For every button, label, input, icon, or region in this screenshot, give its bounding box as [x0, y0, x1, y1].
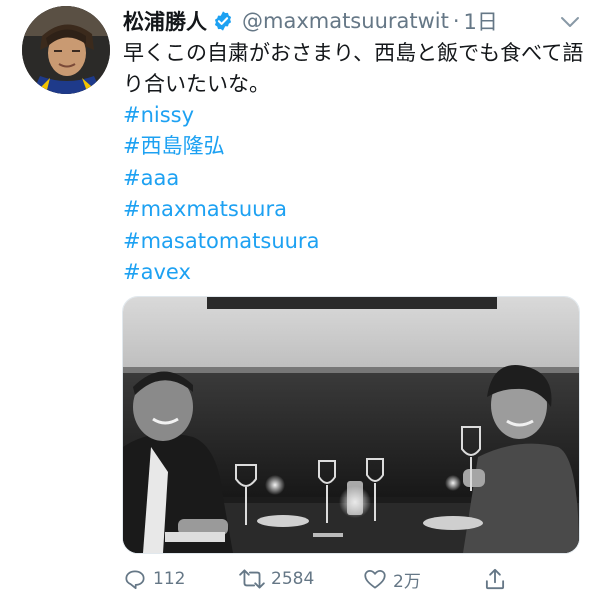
reply-count: 112: [153, 569, 186, 589]
time-separator: ·: [452, 9, 460, 33]
hashtag-link[interactable]: #西島隆弘: [123, 131, 319, 162]
retweet-count: 2584: [271, 569, 315, 589]
author-handle[interactable]: @maxmatsuuratwit: [242, 9, 449, 33]
hashtag-link[interactable]: #nissy: [123, 100, 319, 131]
share-icon: [485, 568, 505, 590]
hashtag-link[interactable]: #aaa: [123, 163, 319, 194]
retweet-button[interactable]: 2584: [238, 564, 314, 594]
tweet-card[interactable]: 松浦勝人 @maxmatsuuratwit · 1日 早くこの自粛がおさまり、西…: [0, 0, 604, 600]
hashtag-link[interactable]: #avex: [123, 257, 319, 288]
retweet-icon: [239, 569, 265, 589]
author-name[interactable]: 松浦勝人: [123, 6, 207, 36]
tweet-text: 早くこの自粛がおさまり、西島と飯でも食べて語り合いたいな。: [123, 41, 584, 96]
share-button[interactable]: [482, 564, 513, 594]
heart-icon: [364, 570, 386, 589]
avatar[interactable]: [22, 6, 110, 94]
tweet-timestamp[interactable]: 1日: [464, 6, 498, 36]
like-count: 2万: [393, 571, 421, 592]
hashtag-list: #nissy #西島隆弘 #aaa #maxmatsuura #masatoma…: [123, 100, 319, 288]
hashtag-link[interactable]: #maxmatsuura: [123, 194, 319, 225]
like-button[interactable]: 2万: [362, 564, 421, 594]
tweet-header: 松浦勝人 @maxmatsuuratwit · 1日: [123, 4, 498, 38]
reply-button[interactable]: 112: [122, 564, 185, 594]
chevron-down-icon[interactable]: [558, 10, 582, 34]
tweet-photo[interactable]: [122, 296, 580, 554]
tweet-actions: 112 2584 2万: [122, 564, 578, 594]
hashtag-link[interactable]: #masatomatsuura: [123, 226, 319, 257]
reply-icon: [125, 570, 145, 590]
verified-badge-icon: [212, 10, 234, 32]
